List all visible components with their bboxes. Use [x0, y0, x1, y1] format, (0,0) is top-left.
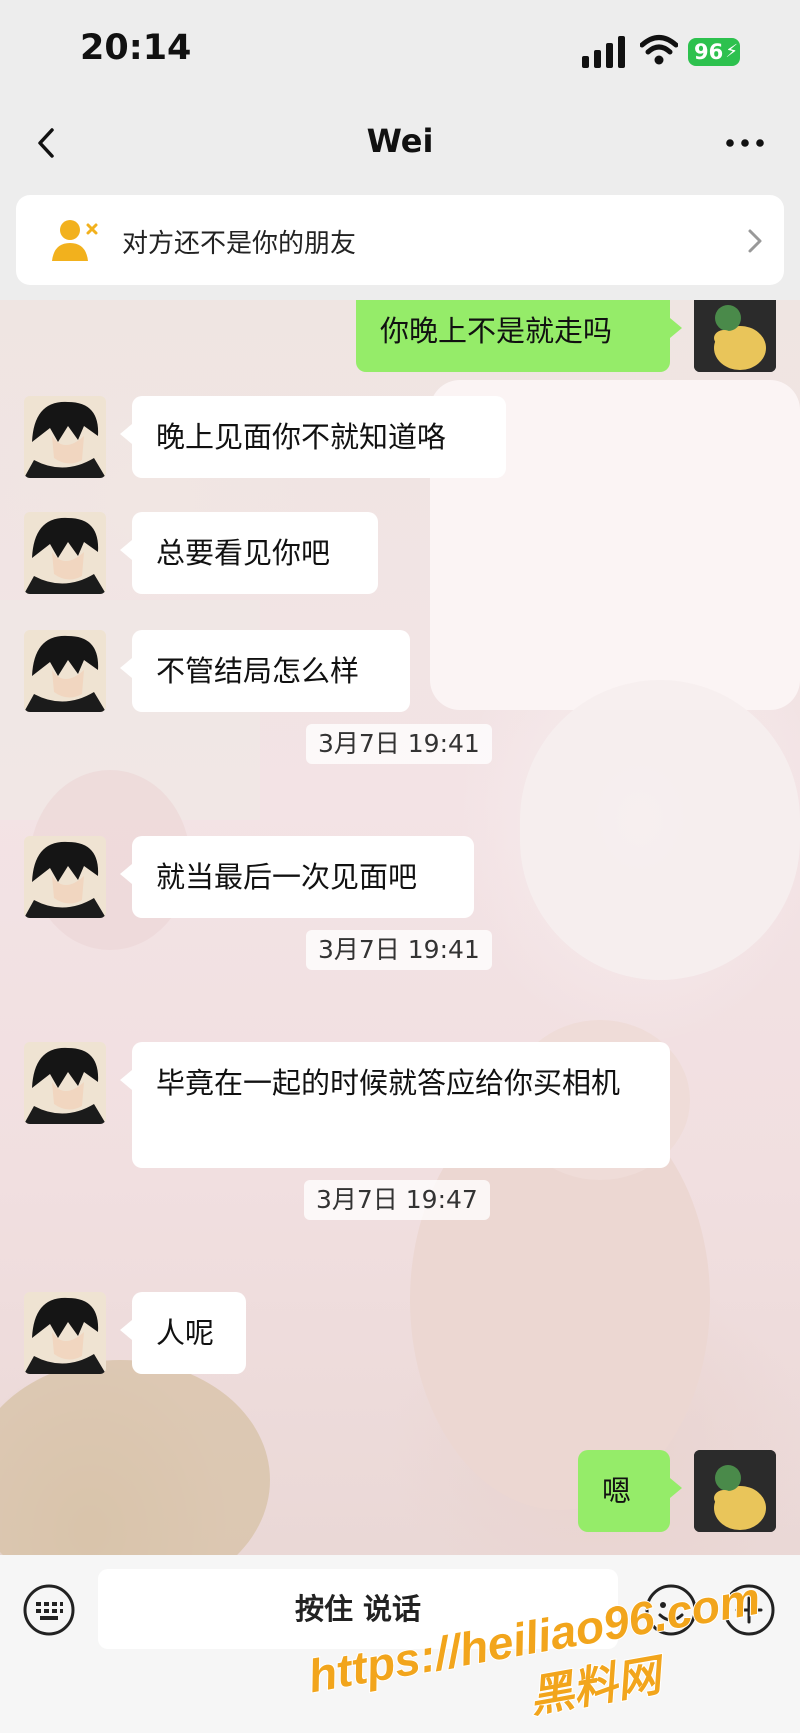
- charging-bolt-icon: ⚡: [725, 41, 738, 62]
- battery-icon: 96 ⚡: [688, 38, 740, 66]
- status-bar: 20:14 96 ⚡: [0, 0, 800, 100]
- timestamp: 3月7日 19:41: [306, 930, 492, 970]
- nav-bar: Wei: [0, 100, 800, 190]
- status-time: 20:14: [80, 28, 192, 68]
- user-x-icon: [52, 220, 98, 261]
- keyboard-icon[interactable]: [22, 1583, 76, 1637]
- message-bubble-outgoing[interactable]: 嗯: [578, 1450, 682, 1532]
- wallpaper-bedroom-image: [0, 380, 800, 1555]
- contact-avatar[interactable]: [24, 836, 106, 918]
- timestamp: 3月7日 19:41: [306, 724, 492, 764]
- contact-avatar[interactable]: [24, 1292, 106, 1374]
- message-bubble-outgoing[interactable]: 你晚上不是就走吗: [356, 300, 682, 372]
- chat-title: Wei: [366, 122, 434, 160]
- signal-icon: [582, 36, 625, 68]
- message-bubble-incoming[interactable]: 总要看见你吧: [120, 512, 378, 594]
- my-avatar[interactable]: [694, 1450, 776, 1532]
- wifi-icon: [640, 35, 678, 65]
- message-bubble-incoming[interactable]: 就当最后一次见面吧: [120, 836, 474, 918]
- message-bubble-incoming[interactable]: 晚上见面你不就知道咯: [120, 396, 506, 478]
- message-bubble-incoming[interactable]: 人呢: [120, 1292, 246, 1374]
- battery-level: 96: [694, 40, 724, 64]
- timestamp: 3月7日 19:47: [304, 1180, 490, 1220]
- contact-avatar[interactable]: [24, 512, 106, 594]
- chevron-right-icon: [748, 229, 762, 253]
- contact-avatar[interactable]: [24, 630, 106, 712]
- message-bubble-incoming[interactable]: 毕竟在一起的时候就答应给你买相机: [120, 1042, 670, 1168]
- more-icon[interactable]: [720, 118, 770, 168]
- not-friend-banner[interactable]: 对方还不是你的朋友: [16, 195, 784, 285]
- contact-avatar[interactable]: [24, 1042, 106, 1124]
- contact-avatar[interactable]: [24, 396, 106, 478]
- chat-area[interactable]: 你晚上不是就走吗 晚上见面你不就知道咯 总要看见你吧 不管结局怎么样 3月7日 …: [0, 300, 800, 1555]
- banner-text: 对方还不是你的朋友: [122, 229, 357, 259]
- message-bubble-incoming[interactable]: 不管结局怎么样: [120, 630, 410, 712]
- my-avatar[interactable]: [694, 300, 776, 372]
- watermark: https://heiliao96.com 黑料网: [303, 1571, 765, 1725]
